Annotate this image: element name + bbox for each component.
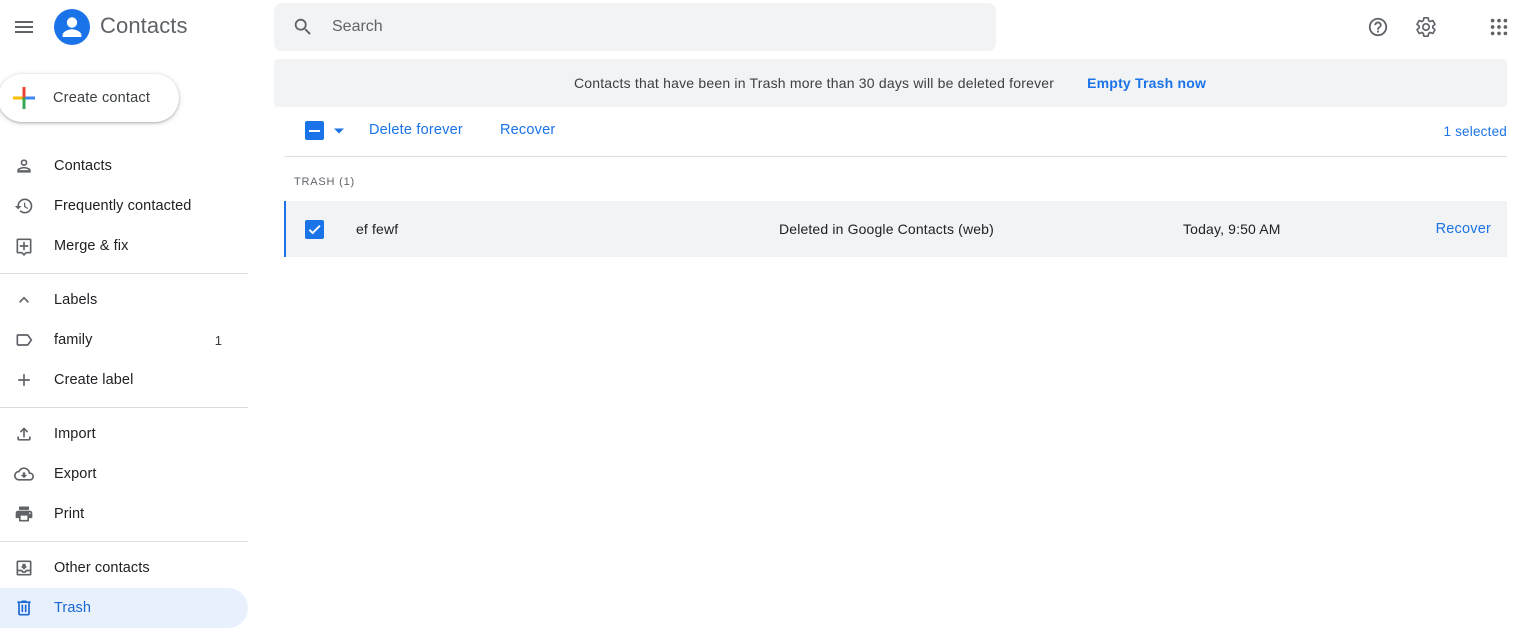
help-button[interactable]	[1358, 7, 1398, 47]
archive-download-icon	[14, 558, 34, 578]
search-bar[interactable]	[274, 3, 996, 51]
colorful-plus-icon	[13, 87, 35, 109]
history-icon	[14, 196, 34, 216]
cloud-download-icon	[14, 464, 34, 484]
sidebar-item-label: Print	[54, 506, 85, 522]
deletion-source: Deleted in Google Contacts (web)	[779, 221, 994, 237]
sidebar-item-label: Trash	[54, 600, 92, 616]
app-title[interactable]: Contacts	[100, 13, 188, 39]
help-icon	[1368, 17, 1388, 37]
sidebar-item-label: Other contacts	[54, 560, 150, 576]
sidebar-divider	[0, 407, 248, 408]
chevron-up-icon	[14, 290, 34, 310]
sidebar-item-trash[interactable]: Trash	[0, 588, 248, 628]
sidebar-item-export[interactable]: Export	[0, 454, 248, 494]
apps-grid-icon	[1490, 18, 1508, 36]
caret-down-icon[interactable]	[332, 126, 346, 136]
selection-toolbar: Delete forever Recover 1 selected	[284, 108, 1507, 157]
search-input[interactable]	[330, 3, 996, 51]
sidebar-item-print[interactable]: Print	[0, 494, 248, 534]
selected-count: 1 selected	[1443, 124, 1507, 139]
contacts-app: Contacts Search Create contact Contacts …	[0, 0, 1515, 634]
sidebar-item-label: Import	[54, 426, 96, 442]
contact-name: ef fewf	[356, 221, 399, 237]
sidebar-item-label: family	[54, 332, 93, 348]
search-icon	[294, 18, 311, 35]
labels-section-toggle[interactable]: Labels	[0, 280, 248, 320]
hamburger-menu-icon	[15, 21, 33, 33]
contacts-logo-icon[interactable]	[54, 9, 90, 45]
person-icon	[14, 156, 34, 176]
apps-button[interactable]	[1479, 7, 1515, 47]
search-button[interactable]	[274, 3, 330, 51]
deletion-time: Today, 9:50 AM	[1183, 221, 1281, 237]
banner-message: Contacts that have been in Trash more th…	[573, 75, 1055, 91]
sidebar-divider	[0, 541, 248, 542]
gear-icon	[1416, 17, 1436, 37]
empty-trash-button[interactable]: Empty Trash now	[1087, 75, 1206, 91]
merge-fix-icon	[14, 236, 34, 256]
sidebar-item-other-contacts[interactable]: Other contacts	[0, 548, 248, 588]
create-label-button[interactable]: Create label	[0, 360, 248, 400]
delete-forever-button[interactable]: Delete forever	[369, 122, 463, 138]
main-menu-button[interactable]	[4, 7, 44, 47]
recover-selected-button[interactable]: Recover	[500, 122, 555, 138]
label-icon	[14, 330, 34, 350]
trash-section-title: TRASH (1)	[294, 176, 355, 188]
sidebar-item-label: Frequently contacted	[54, 198, 192, 214]
print-icon	[14, 504, 34, 524]
settings-button[interactable]	[1406, 7, 1446, 47]
sidebar-item-label: Create label	[54, 372, 134, 388]
sidebar-item-import[interactable]: Import	[0, 414, 248, 454]
sidebar-item-contacts[interactable]: Contacts	[0, 146, 248, 186]
sidebar-item-frequently-contacted[interactable]: Frequently contacted	[0, 186, 248, 226]
table-row[interactable]: ef fewf Deleted in Google Contacts (web)…	[284, 201, 1507, 257]
labels-header: Labels	[54, 292, 98, 308]
plus-icon	[14, 370, 34, 390]
checkmark-icon	[308, 225, 321, 235]
sidebar-divider	[0, 273, 248, 274]
sidebar-item-label: Export	[54, 466, 97, 482]
sidebar-item-label: Merge & fix	[54, 238, 129, 254]
trash-icon	[14, 598, 34, 618]
label-count: 1	[214, 332, 222, 348]
trash-info-banner: Contacts that have been in Trash more th…	[274, 59, 1507, 107]
indeterminate-dash-icon	[309, 129, 320, 132]
sidebar-item-merge-fix[interactable]: Merge & fix	[0, 226, 248, 266]
row-recover-button[interactable]: Recover	[1436, 221, 1491, 237]
select-all-checkbox[interactable]	[305, 121, 324, 140]
create-contact-button[interactable]: Create contact	[0, 74, 179, 122]
row-checkbox[interactable]	[305, 220, 324, 239]
sidebar-item-label: Contacts	[54, 158, 113, 174]
upload-icon	[14, 424, 34, 444]
create-contact-label: Create contact	[53, 90, 151, 106]
sidebar-item-label-family[interactable]: family 1	[0, 320, 248, 360]
